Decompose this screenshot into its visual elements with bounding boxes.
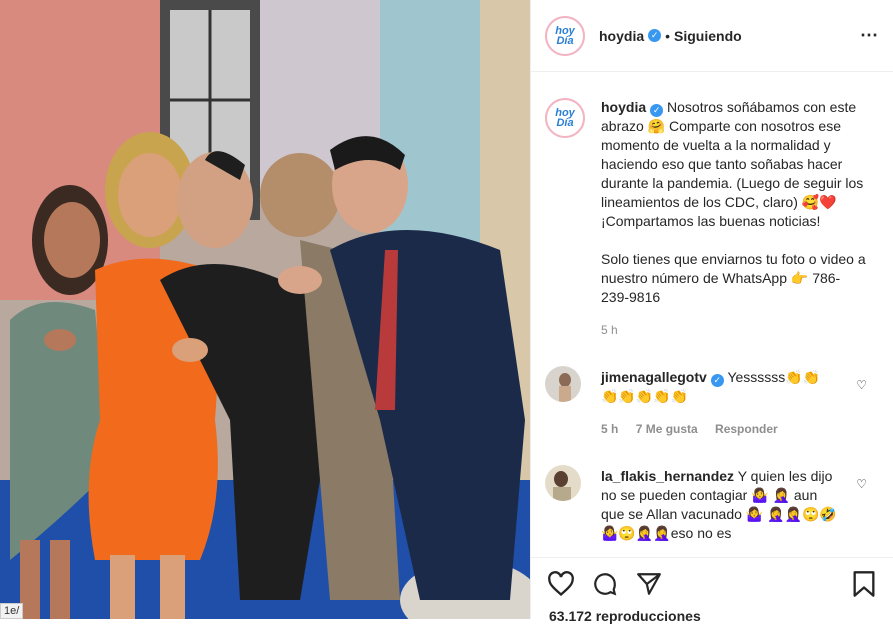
comment-username[interactable]: la_flakis_hernandez (601, 468, 734, 484)
post-photo (0, 0, 530, 619)
verified-icon: ✓ (710, 374, 724, 387)
comment-meta: 5 h 7 Me gusta Responder (601, 420, 841, 439)
commenter-avatar[interactable] (545, 465, 581, 501)
author-avatar[interactable]: hoy Día (545, 15, 585, 56)
comment-icon[interactable] (591, 571, 619, 597)
separator-dot: • (665, 27, 671, 44)
save-icon[interactable] (851, 570, 877, 598)
author-username[interactable]: hoydia (599, 28, 644, 44)
views-count[interactable]: 63.172 reproducciones (549, 608, 701, 624)
comment-likes[interactable]: 7 Me gusta (636, 422, 698, 436)
more-options-icon[interactable]: ⋯ (860, 25, 879, 46)
post-actions-bar: 63.172 reproducciones (531, 557, 893, 624)
caption-avatar[interactable]: hoy Día (545, 98, 585, 138)
comment-item: jimenagallegotv ✓ Yessssss👏👏 👏👏👏👏👏 5 h 7 … (531, 366, 893, 439)
post-media[interactable]: 1e/ (0, 0, 530, 619)
url-hint: 1e/ (0, 603, 24, 619)
caption-username[interactable]: hoydia (601, 99, 646, 115)
post-header: hoy Día hoydia ✓ • Siguiendo ⋯ (531, 0, 893, 72)
verified-icon: ✓ (648, 29, 662, 42)
caption-text: Nosotros soñábamos con este abrazo 🤗 Com… (601, 99, 866, 305)
post-caption: hoy Día hoydia ✓ Nosotros soñábamos con es… (531, 72, 893, 340)
post-panel: hoy Día hoydia ✓ • Siguiendo ⋯ hoy Día hoy… (530, 0, 893, 624)
like-comment-icon[interactable]: ♡ (856, 378, 867, 392)
comment-time[interactable]: 5 h (601, 422, 618, 436)
comment-item: la_flakis_hernandez Y quien les dijo no … (531, 465, 893, 543)
share-icon[interactable] (635, 571, 663, 597)
like-comment-icon[interactable]: ♡ (856, 477, 867, 491)
follow-status-button[interactable]: Siguiendo (674, 28, 742, 44)
comments-scroll-area[interactable]: hoy Día hoydia ✓ Nosotros soñábamos con es… (531, 72, 893, 558)
like-icon[interactable] (547, 571, 575, 597)
verified-icon: ✓ (650, 104, 664, 117)
commenter-avatar[interactable] (545, 366, 581, 402)
reply-button[interactable]: Responder (715, 422, 778, 436)
caption-time[interactable]: 5 h (601, 321, 866, 340)
comment-username[interactable]: jimenagallegotv (601, 369, 707, 385)
